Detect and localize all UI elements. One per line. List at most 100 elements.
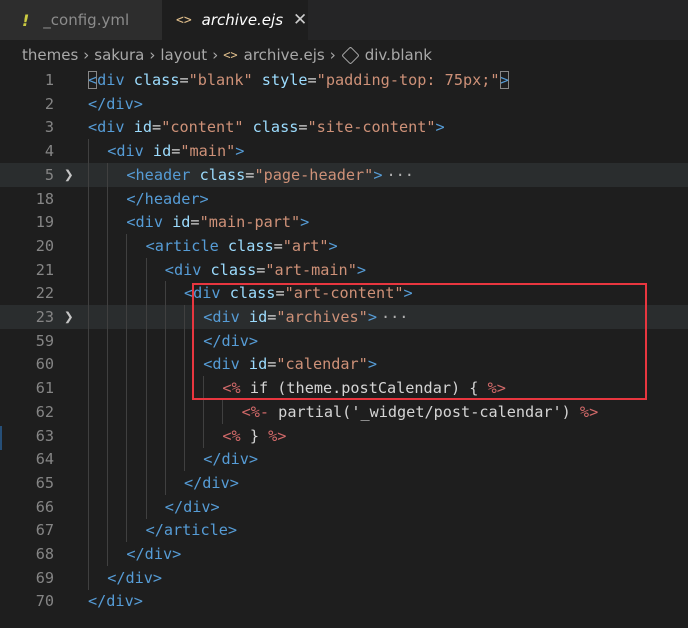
indent-guide xyxy=(145,328,147,353)
breadcrumb-item-layout[interactable]: layout xyxy=(160,46,207,64)
indent-guide xyxy=(164,281,166,306)
breadcrumb-item-sakura[interactable]: sakura xyxy=(94,46,144,64)
code-token: %> xyxy=(268,426,287,445)
code-line[interactable]: 2 </div> xyxy=(0,92,688,116)
code-line[interactable]: 62 <%- partial('_widget/post-calendar') %… xyxy=(0,399,688,424)
code-text: <div class="blank" style="padding-top: 7… xyxy=(88,68,509,92)
code-file-icon: <> xyxy=(176,12,192,28)
code-token: "page-header" xyxy=(254,165,374,184)
tab-config-yml[interactable]: ! _config.yml xyxy=(0,0,162,40)
code-text: </div> xyxy=(184,471,239,495)
indent-guide xyxy=(145,399,147,424)
chevron-right-icon[interactable]: ❯ xyxy=(64,305,74,329)
code-line[interactable]: 65 </div> xyxy=(0,470,688,495)
code-line[interactable]: 4 <div id="main"> xyxy=(0,139,688,164)
code-token: </div> xyxy=(164,497,220,516)
code-editor[interactable]: 1 <div class="blank" style="padding-top: … xyxy=(0,68,688,628)
code-token: "blank" xyxy=(188,71,253,89)
indent-guide xyxy=(107,399,109,424)
close-icon[interactable]: ✕ xyxy=(293,10,307,30)
code-line[interactable]: 5 ❯ <header class="page-header"> ··· xyxy=(0,162,688,187)
tab-archive-ejs[interactable]: <> archive.ejs ✕ xyxy=(162,0,308,40)
code-token: </div> xyxy=(107,568,163,587)
code-token: <% xyxy=(222,379,241,398)
chevron-right-icon: › xyxy=(212,46,219,64)
code-token: div xyxy=(97,71,125,89)
line-number: 19 xyxy=(35,213,54,232)
code-line[interactable]: 21 <div class="art-main"> xyxy=(0,257,688,282)
code-token: class xyxy=(227,236,274,255)
code-token: ··· xyxy=(380,308,409,326)
indent-guide xyxy=(107,186,109,211)
indent-guide xyxy=(203,376,205,401)
code-token: </div> xyxy=(203,450,259,469)
indent-guide xyxy=(164,376,166,401)
indent-guide xyxy=(164,423,166,448)
code-line[interactable]: 23 ❯ <div id="archives"> ··· xyxy=(0,305,688,329)
code-token: "art-main" xyxy=(265,260,357,279)
code-line[interactable]: 63 <% } %> xyxy=(0,423,688,448)
code-token: if (theme.postCalendar) { xyxy=(240,379,488,398)
code-line[interactable]: 68 </div> xyxy=(0,542,688,566)
code-token: partial('_widget/post-calendar') xyxy=(269,402,580,421)
code-token: "content" xyxy=(161,118,244,137)
indent-guide xyxy=(203,399,205,424)
breadcrumb-item-archive-ejs[interactable]: archive.ejs xyxy=(244,46,325,64)
code-line[interactable]: 3 <div id="content" class="site-content"> xyxy=(0,115,688,139)
code-token: %> xyxy=(579,402,599,421)
indent-guide xyxy=(88,447,89,472)
code-text: </header> xyxy=(126,187,208,211)
code-line[interactable]: 59 </div> xyxy=(0,328,688,353)
line-number: 60 xyxy=(35,355,54,374)
code-token: id xyxy=(248,308,268,326)
code-line[interactable]: 60 <div id="calendar"> xyxy=(0,352,688,377)
code-token: </div> xyxy=(88,94,143,113)
indent-guide xyxy=(145,447,147,472)
code-token: <div xyxy=(203,355,240,374)
code-line[interactable]: 70 </div> xyxy=(0,589,688,613)
breadcrumb-item-div-blank[interactable]: div.blank xyxy=(365,46,432,64)
line-number: 68 xyxy=(35,545,54,563)
code-token: <div xyxy=(203,308,240,326)
code-token: } xyxy=(240,426,269,445)
breadcrumb-item-themes[interactable]: themes xyxy=(22,46,78,64)
code-text: <%- partial('_widget/post-calendar') %> xyxy=(242,400,599,424)
code-line[interactable]: 69 </div> xyxy=(0,565,688,590)
indent-guide xyxy=(88,399,89,424)
code-line[interactable]: 66 </div> xyxy=(0,494,688,519)
code-text: <div class="art-main"> xyxy=(165,258,366,282)
indent-guide xyxy=(145,494,147,519)
indent-guide xyxy=(184,352,185,377)
chevron-right-icon: › xyxy=(329,46,336,64)
code-line[interactable]: 20 <article class="art"> xyxy=(0,233,688,258)
code-line[interactable]: 61 <% if (theme.postCalendar) { %> xyxy=(0,376,688,401)
indent-guide xyxy=(107,423,109,448)
code-line[interactable]: 67 </article> xyxy=(0,518,688,543)
code-line[interactable]: 1 <div class="blank" style="padding-top: … xyxy=(0,68,688,92)
code-token: > xyxy=(367,308,377,326)
code-line[interactable]: 64 </div> xyxy=(0,447,688,472)
code-token: %> xyxy=(487,379,506,398)
indent-guide xyxy=(145,281,147,306)
indent-guide xyxy=(107,328,109,353)
indent-guide xyxy=(145,470,147,495)
indent-guide xyxy=(126,328,128,353)
code-text: <header class="page-header"> ··· xyxy=(126,163,414,187)
code-text: </div> xyxy=(107,566,162,590)
indent-guide xyxy=(126,447,128,472)
indent-guide xyxy=(107,233,109,258)
code-token: </div> xyxy=(126,545,182,563)
code-token: = xyxy=(273,236,283,255)
indent-guide xyxy=(164,352,166,377)
code-token: <header xyxy=(126,165,191,184)
code-line[interactable]: 19 <div id="main-part"> xyxy=(0,210,688,235)
indent-guide xyxy=(164,305,166,329)
exclamation-icon: ! xyxy=(22,10,30,30)
chevron-right-icon[interactable]: ❯ xyxy=(64,163,74,187)
code-line[interactable]: 18 </header> xyxy=(0,186,688,211)
indent-guide xyxy=(145,305,147,329)
code-line[interactable]: 22 <div class="art-content"> xyxy=(0,281,688,306)
code-token: = xyxy=(152,118,162,137)
